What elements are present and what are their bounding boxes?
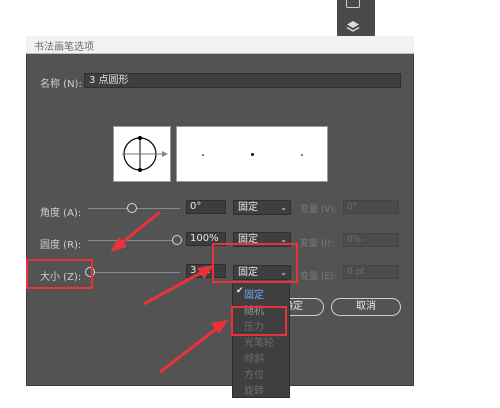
annotation-arrows	[110, 210, 228, 374]
